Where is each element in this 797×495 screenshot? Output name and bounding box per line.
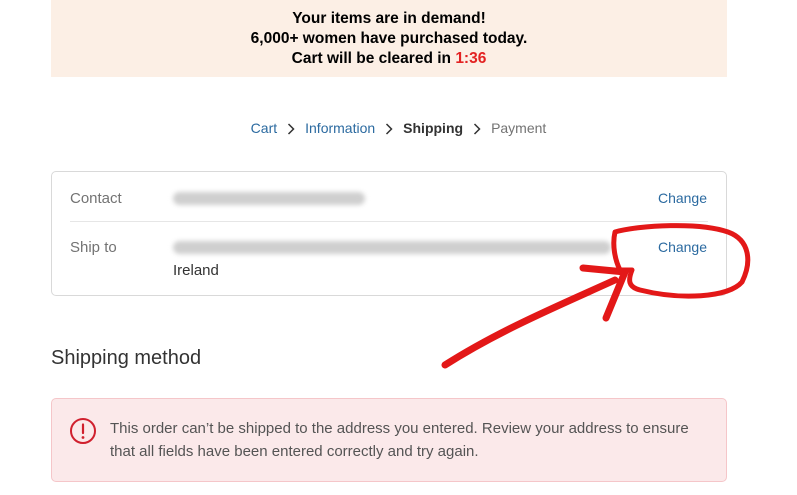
shipping-error-banner: This order can’t be shipped to the addre… <box>51 398 727 482</box>
chevron-right-icon <box>287 123 295 135</box>
alert-circle-icon <box>70 418 96 444</box>
banner-timer-prefix: Cart will be cleared in <box>291 50 456 67</box>
banner-headline: Your items are in demand! <box>292 10 486 27</box>
breadcrumb-information[interactable]: Information <box>305 120 375 136</box>
change-address-link[interactable]: Change <box>658 237 707 258</box>
banner-cart-timer-line: Cart will be cleared in 1:36 <box>51 49 727 69</box>
demand-banner: Your items are in demand! 6,000+ women h… <box>51 0 727 77</box>
ship-to-value: Ireland <box>173 237 613 281</box>
row-divider <box>70 221 708 222</box>
breadcrumb-payment: Payment <box>491 120 547 136</box>
shipping-method-title: Shipping method <box>51 347 202 369</box>
chevron-right-icon <box>385 123 393 135</box>
breadcrumb: Cart Information Shipping Payment <box>0 118 797 138</box>
shipping-error-message: This order can’t be shipped to the addre… <box>110 420 689 460</box>
contact-value-redacted <box>173 188 613 211</box>
address-redacted <box>173 241 611 254</box>
ship-to-country: Ireland <box>173 262 219 279</box>
checkout-page: Your items are in demand! 6,000+ women h… <box>0 0 797 495</box>
change-contact-link[interactable]: Change <box>658 188 707 209</box>
breadcrumb-shipping: Shipping <box>403 120 464 136</box>
ship-to-label: Ship to <box>70 239 117 256</box>
cart-timer: 1:36 <box>455 50 487 67</box>
breadcrumb-cart[interactable]: Cart <box>251 120 277 136</box>
contact-label: Contact <box>70 190 122 207</box>
review-block: Contact Change Ship to Ireland Change <box>51 171 727 296</box>
banner-purchases: 6,000+ women have purchased today. <box>250 30 528 47</box>
chevron-right-icon <box>473 123 481 135</box>
